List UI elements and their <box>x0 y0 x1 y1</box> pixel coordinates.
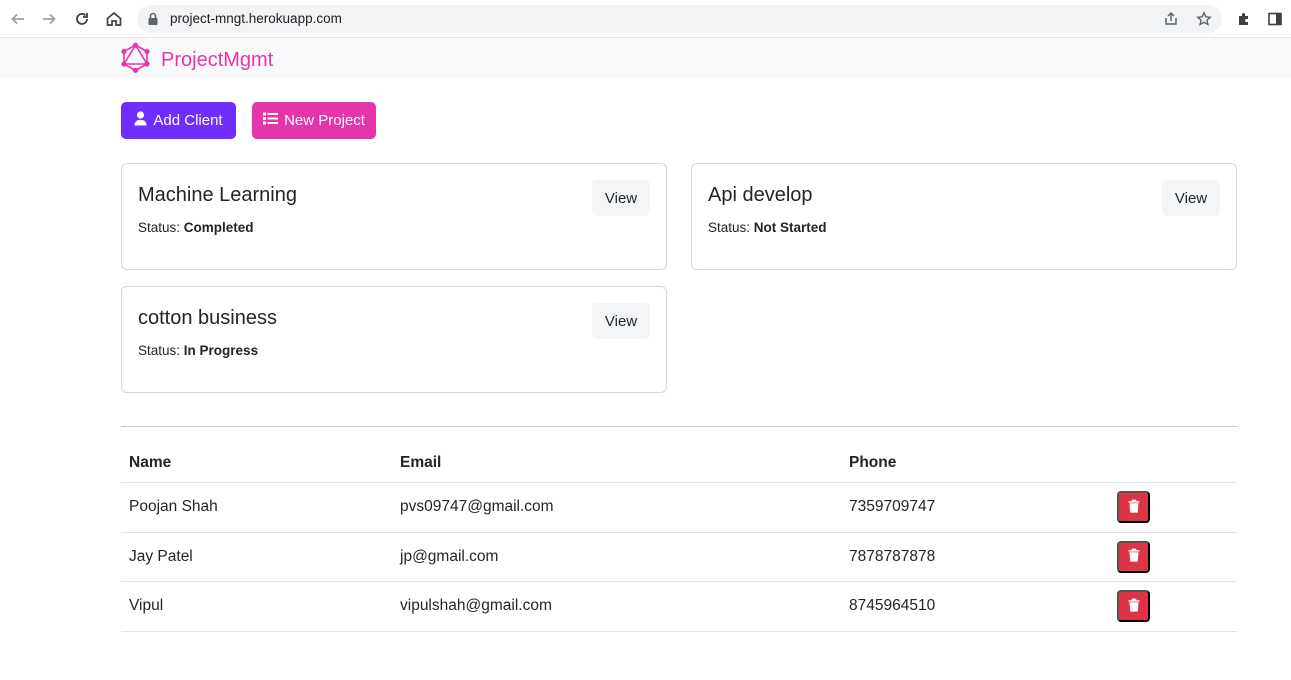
client-name: Jay Patel <box>129 547 193 565</box>
brand-link[interactable]: ProjectMgmt <box>121 42 273 78</box>
table-row: Jay Patel jp@gmail.com 7878787878 <box>121 533 1237 582</box>
reload-icon[interactable] <box>71 8 93 30</box>
header-email: Email <box>400 454 442 471</box>
delete-client-button[interactable] <box>1117 590 1150 623</box>
add-client-button[interactable]: Add Client <box>121 102 236 139</box>
client-name: Vipul <box>129 597 164 615</box>
client-phone: 7359709747 <box>849 498 936 516</box>
browser-toolbar: project-mngt.herokuapp.com <box>0 0 1291 38</box>
client-email: vipulshah@gmail.com <box>400 597 552 615</box>
home-icon[interactable] <box>103 8 125 30</box>
address-bar[interactable]: project-mngt.herokuapp.com <box>137 5 1222 33</box>
new-project-button[interactable]: New Project <box>252 102 376 139</box>
delete-client-button[interactable] <box>1117 540 1150 573</box>
list-icon <box>263 112 279 129</box>
user-icon <box>134 111 147 130</box>
graphql-logo-icon <box>121 42 150 78</box>
share-icon[interactable] <box>1162 10 1180 28</box>
table-row: Vipul vipulshah@gmail.com 8745964510 <box>121 582 1237 632</box>
url-text: project-mngt.herokuapp.com <box>170 11 342 26</box>
client-name: Poojan Shah <box>129 498 218 516</box>
clients-table: Name Email Phone Poojan Shah pvs09747@gm… <box>121 444 1237 632</box>
extensions-icon[interactable] <box>1233 8 1255 30</box>
section-divider <box>121 426 1237 427</box>
new-project-label: New Project <box>284 112 365 129</box>
client-email: pvs09747@gmail.com <box>400 498 554 516</box>
add-client-label: Add Client <box>153 112 223 129</box>
trash-icon <box>1128 598 1140 615</box>
trash-icon <box>1128 499 1140 516</box>
project-card: Machine Learning Status: Completed View <box>121 163 667 270</box>
view-project-button[interactable]: View <box>592 303 650 339</box>
project-status: Status: In Progress <box>138 343 259 358</box>
view-project-button[interactable]: View <box>592 180 650 216</box>
bookmark-star-icon[interactable] <box>1195 10 1213 28</box>
status-value: Completed <box>183 220 254 235</box>
project-title: cotton business <box>138 307 277 329</box>
side-panel-icon[interactable] <box>1264 8 1286 30</box>
view-project-button[interactable]: View <box>1162 180 1220 216</box>
project-title: Api develop <box>708 184 813 206</box>
client-phone: 8745964510 <box>849 597 936 615</box>
app-navbar: ProjectMgmt <box>0 38 1291 78</box>
header-phone: Phone <box>849 454 897 471</box>
status-value: Not Started <box>753 220 827 235</box>
project-status: Status: Completed <box>138 220 254 235</box>
lock-icon <box>147 12 159 31</box>
trash-icon <box>1128 548 1140 565</box>
status-value: In Progress <box>183 343 259 358</box>
project-card: Api develop Status: Not Started View <box>691 163 1237 270</box>
forward-arrow-icon[interactable] <box>38 8 60 30</box>
brand-name: ProjectMgmt <box>161 48 274 71</box>
project-status: Status: Not Started <box>708 220 827 235</box>
project-card: cotton business Status: In Progress View <box>121 286 667 393</box>
table-header-row: Name Email Phone <box>121 444 1237 483</box>
project-title: Machine Learning <box>138 184 297 206</box>
table-row: Poojan Shah pvs09747@gmail.com 735970974… <box>121 483 1237 533</box>
client-email: jp@gmail.com <box>400 547 499 565</box>
back-arrow-icon[interactable] <box>7 8 29 30</box>
client-phone: 7878787878 <box>849 547 936 565</box>
delete-client-button[interactable] <box>1117 491 1150 524</box>
header-name: Name <box>129 454 172 471</box>
